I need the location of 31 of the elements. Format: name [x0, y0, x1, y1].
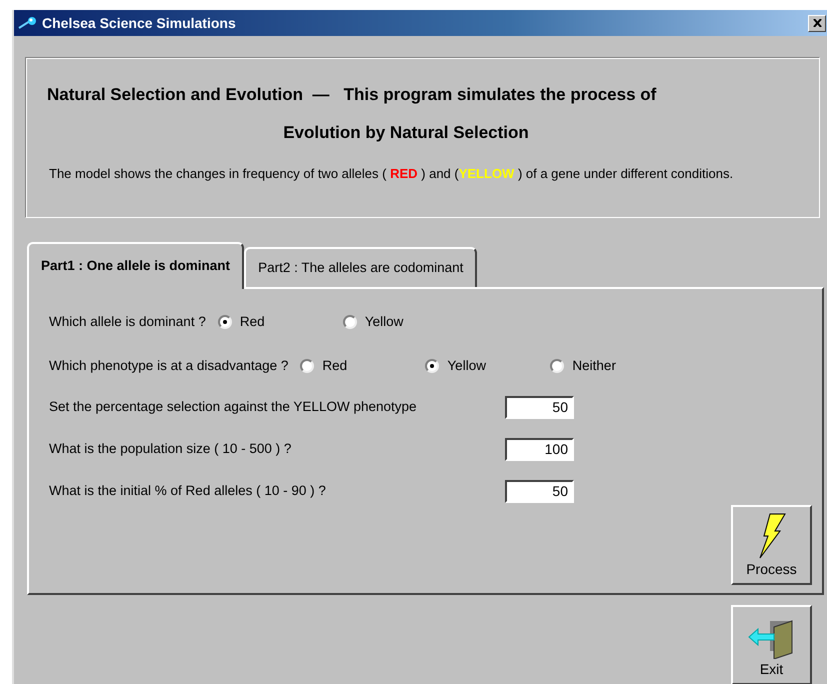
process-button[interactable]: Process [731, 505, 812, 585]
input-field[interactable]: 50 [505, 396, 574, 418]
radio-button[interactable] [218, 315, 232, 329]
radio-button[interactable] [300, 359, 314, 373]
field-label: What is the initial % of Red alleles ( 10 - 90 ) ? [49, 482, 327, 500]
lightning-icon [758, 513, 786, 559]
radio-label: Yellow [364, 312, 404, 331]
window-title: Chelsea Science Simulations [42, 14, 236, 32]
radio-label: Yellow [447, 356, 486, 375]
radio-label: Red [240, 312, 265, 331]
heading: Natural Selection and Evolution — This program simulates the process of [47, 84, 658, 106]
radio-button[interactable] [342, 315, 357, 329]
input-field[interactable]: 100 [505, 438, 574, 460]
exit-button[interactable]: Exit [731, 605, 812, 684]
field-label: What is the population size ( 10 - 500 ) ? [49, 440, 292, 458]
close-icon [812, 19, 822, 27]
tab[interactable]: Part2 : The alleles are codominant [244, 247, 478, 287]
radio-button[interactable] [550, 359, 564, 373]
heading: Evolution by Natural Selection [282, 122, 530, 144]
field-label: Set the percentage selection against the YELLOW phenotype [49, 398, 418, 416]
question-label: Which allele is dominant ? [49, 312, 206, 331]
door-arrow-icon [748, 619, 796, 659]
radio-label: Neither [572, 356, 616, 375]
close-button[interactable] [808, 14, 826, 32]
tab[interactable]: Part1 : One allele is dominant [27, 242, 244, 289]
radio-button[interactable] [425, 359, 440, 373]
input-field[interactable]: 50 [505, 480, 574, 502]
comet-icon [18, 16, 38, 30]
question-label: Which phenotype is at a disadvantage ? [49, 356, 288, 375]
radio-label: Red [322, 356, 348, 375]
description: The model shows the changes in frequency of two alleles ( RED ) and (YELLOW ) of a gene under different conditions. [49, 165, 734, 183]
